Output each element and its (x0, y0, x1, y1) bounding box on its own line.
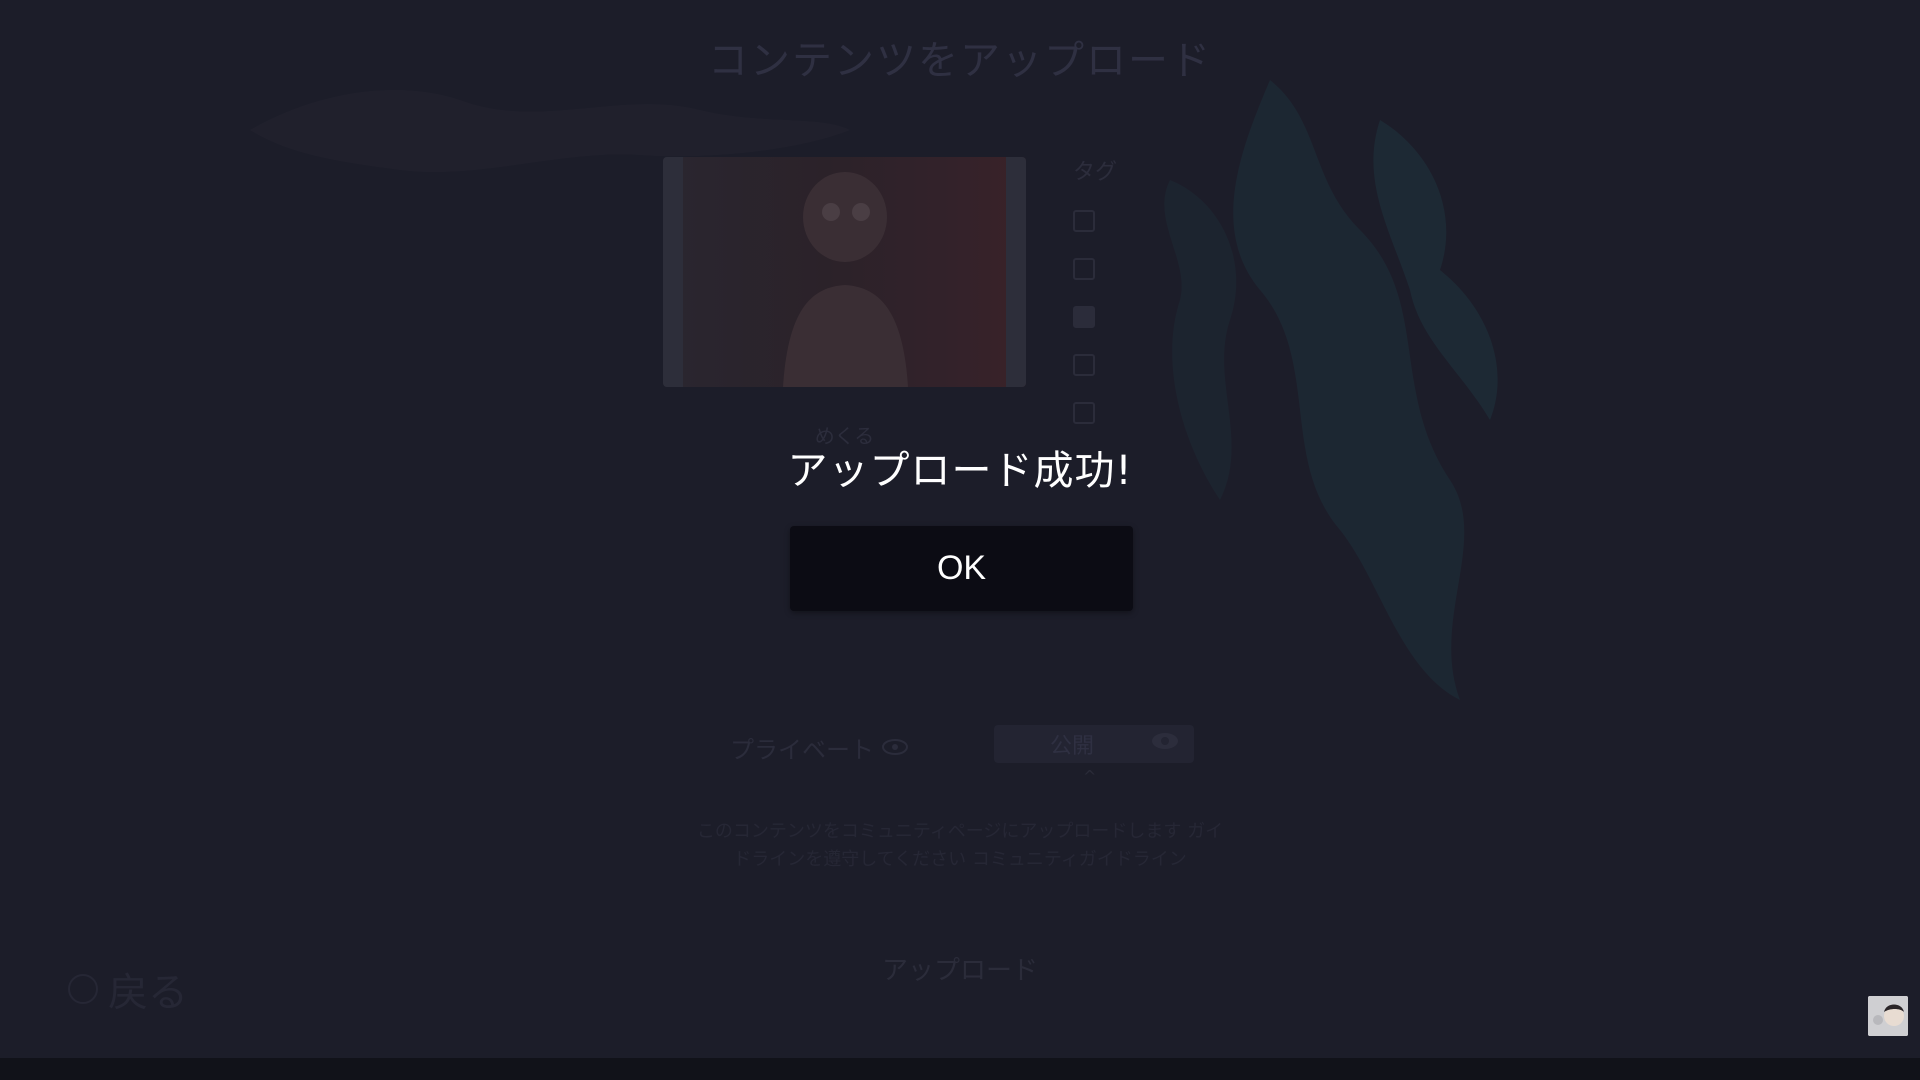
eye-icon (1150, 731, 1180, 757)
upload-screen: コンテンツをアップロード めくる タグ プライベート 公開 ^ このコンテンツを… (0, 0, 1920, 1080)
checkbox-icon (1073, 258, 1095, 280)
privacy-label: プライベート (730, 730, 908, 765)
thumbnail-character-image (783, 172, 908, 387)
tag-checkbox[interactable] (1073, 402, 1105, 424)
tag-checkbox[interactable] (1073, 306, 1105, 328)
tag-checkbox[interactable] (1073, 258, 1105, 280)
visibility-select-value: 公開 (1050, 734, 1095, 759)
eye-off-icon (882, 734, 908, 762)
checkbox-icon (1073, 210, 1095, 232)
privacy-label-text: プライベート (730, 736, 874, 764)
checkbox-icon (1073, 402, 1095, 424)
tag-checkbox[interactable] (1073, 354, 1105, 376)
checkbox-icon (1073, 354, 1095, 376)
bottom-bar (0, 1058, 1920, 1080)
content-thumbnail[interactable] (663, 157, 1026, 387)
back-button[interactable]: 戻る (68, 960, 188, 1018)
upload-success-message: アップロード成功! (787, 448, 1133, 494)
back-label: 戻る (108, 970, 188, 1016)
tag-checkbox[interactable] (1073, 210, 1105, 232)
tags-title: タグ (1073, 160, 1118, 185)
controller-button-icon (68, 974, 98, 1004)
upload-button[interactable]: アップロード (760, 950, 1160, 987)
ok-button[interactable]: OK (790, 526, 1133, 611)
checkbox-checked-icon (1073, 306, 1095, 328)
chevron-up-icon: ^ (1083, 767, 1097, 786)
community-notice: このコンテンツをコミュニティページにアップロードします ガイドラインを遵守してく… (696, 821, 1224, 870)
visibility-select[interactable]: 公開 (994, 725, 1194, 763)
page-title: コンテンツをアップロード (708, 38, 1212, 84)
background-character-art (1164, 80, 1498, 700)
avatar (1868, 996, 1908, 1036)
